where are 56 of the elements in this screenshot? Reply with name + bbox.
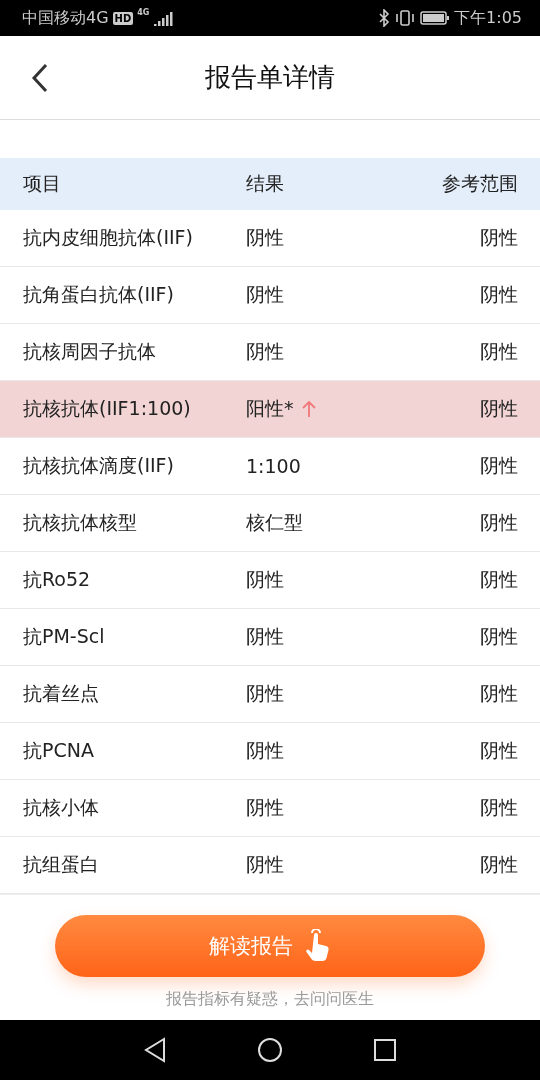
interpret-report-button[interactable]: 解读报告	[55, 915, 485, 977]
result-value: 阴性	[246, 681, 284, 706]
item-name: 抗内皮细胞抗体(IIF)	[23, 225, 194, 250]
item-name: 抗组蛋白	[23, 852, 100, 877]
reference-range: 阴性	[480, 681, 518, 706]
result-value: 阴性	[246, 339, 284, 364]
hand-pointer-icon	[303, 929, 331, 963]
bluetooth-icon	[378, 9, 391, 27]
reference-range: 阴性	[480, 510, 518, 535]
hd-badge: HD	[112, 11, 134, 25]
result-value: 阴性	[246, 225, 284, 250]
item-name: 抗着丝点	[23, 681, 100, 706]
item-name: 抗核抗体滴度(IIF)	[23, 453, 175, 478]
column-header: 结果	[246, 171, 285, 196]
item-name: 抗Ro52	[23, 567, 92, 592]
result-value: 阴性	[246, 624, 284, 649]
reference-range: 阴性	[480, 225, 518, 250]
item-name: 抗核抗体(IIF1:100)	[23, 396, 192, 421]
home-nav-icon[interactable]	[257, 1037, 283, 1063]
reference-range: 阴性	[480, 396, 518, 421]
carrier-label: 中国移动4G	[22, 7, 109, 29]
page-title: 报告单详情	[205, 61, 335, 94]
recents-nav-icon[interactable]	[373, 1038, 397, 1062]
item-name: 抗核周因子抗体	[23, 339, 157, 364]
up-arrow-icon	[301, 400, 316, 418]
result-value: 阴性	[246, 852, 284, 877]
item-name: 抗核抗体核型	[23, 510, 138, 535]
hint-text: 报告指标有疑惑，去问问医生	[166, 989, 374, 1010]
battery-icon	[420, 10, 451, 26]
back-icon[interactable]	[30, 62, 50, 94]
column-header: 参考范围	[442, 171, 518, 196]
result-value: 阴性	[246, 567, 284, 592]
result-value: 1:100	[246, 455, 301, 477]
vibrate-icon	[394, 9, 417, 27]
column-header: 项目	[23, 171, 62, 196]
clock-label: 下午1:05	[454, 7, 522, 29]
result-value: 阴性	[246, 282, 284, 307]
result-value: 阳性*	[246, 396, 294, 421]
reference-range: 阴性	[480, 567, 518, 592]
reference-range: 阴性	[480, 795, 518, 820]
reference-range: 阴性	[480, 738, 518, 763]
back-nav-icon[interactable]	[143, 1037, 167, 1063]
reference-range: 阴性	[480, 339, 518, 364]
reference-range: 阴性	[480, 453, 518, 478]
network-label: 4G	[137, 8, 150, 17]
reference-range: 阴性	[480, 852, 518, 877]
signal-icon	[153, 10, 176, 26]
result-value: 阴性	[246, 738, 284, 763]
item-name: 抗角蛋白抗体(IIF)	[23, 282, 175, 307]
item-name: 抗PCNA	[23, 738, 95, 763]
reference-range: 阴性	[480, 282, 518, 307]
item-name: 抗PM-Scl	[23, 624, 106, 649]
reference-range: 阴性	[480, 624, 518, 649]
result-value: 核仁型	[246, 510, 303, 535]
result-value: 阴性	[246, 795, 284, 820]
item-name: 抗核小体	[23, 795, 100, 820]
